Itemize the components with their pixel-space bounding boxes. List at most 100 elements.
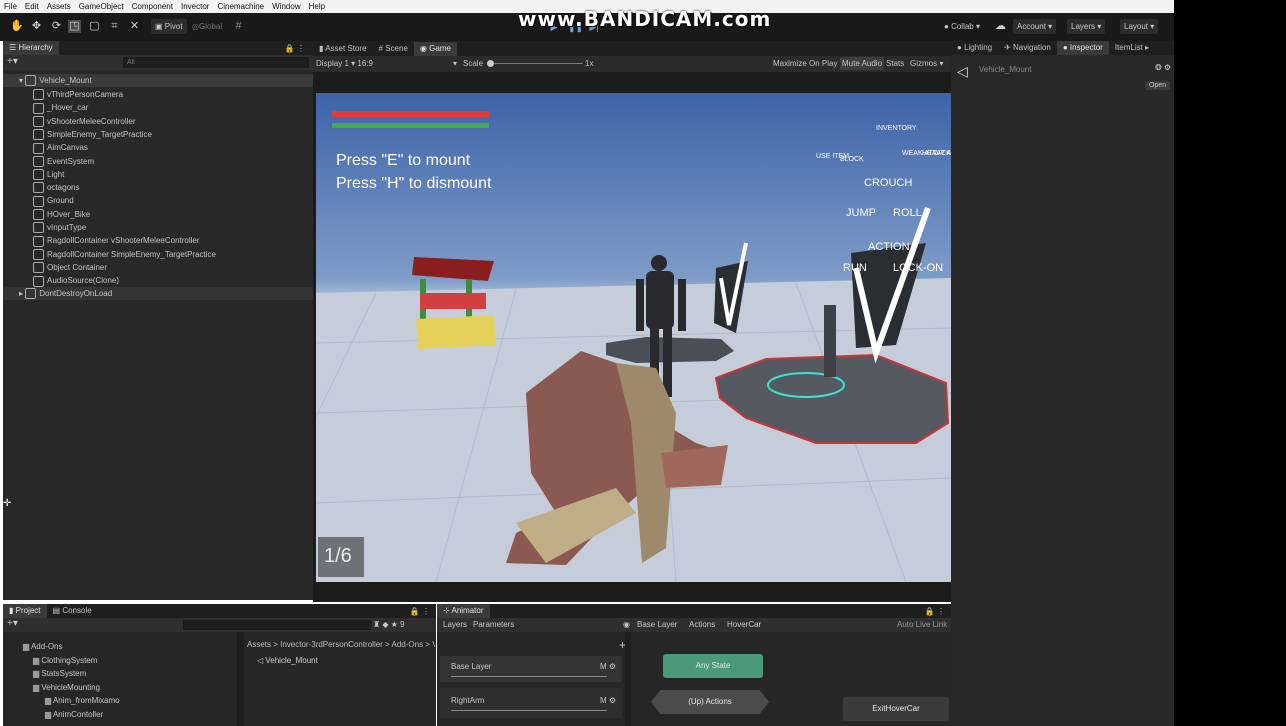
account-dropdown[interactable]: Account ▾ bbox=[1013, 19, 1057, 34]
menu-help[interactable]: Help bbox=[305, 2, 329, 11]
layer-settings-icon[interactable]: M ⚙ bbox=[600, 662, 616, 671]
tab-animator[interactable]: ⊹ Animator bbox=[437, 604, 490, 618]
project-folder-item[interactable]: ▆ StatsSystem bbox=[33, 669, 86, 678]
hierarchy-item[interactable]: EventSystem bbox=[3, 155, 343, 168]
crumb-actions[interactable]: Actions bbox=[689, 620, 715, 629]
layer-row-base[interactable]: Base Layer M ⚙ bbox=[440, 656, 622, 682]
menu-gameobject[interactable]: GameObject bbox=[75, 2, 128, 11]
pivot-toggle[interactable]: ▣ Pivot bbox=[151, 19, 187, 34]
layer-settings-icon[interactable]: M ⚙ bbox=[600, 696, 616, 705]
hierarchy-item[interactable]: Light bbox=[3, 168, 343, 181]
tab-project[interactable]: ▮ Project bbox=[3, 604, 47, 618]
scale-tool-icon[interactable]: ◳ bbox=[68, 20, 81, 33]
hierarchy-item[interactable]: _Hover_car bbox=[3, 101, 343, 114]
gizmos-label: Gizmos bbox=[910, 59, 938, 68]
project-lock-icon[interactable]: 🔒 ⋮ bbox=[410, 607, 436, 616]
tab-console[interactable]: ▤ Console bbox=[47, 604, 98, 618]
layer-row-rightarm[interactable]: RightArm M ⚙ bbox=[440, 688, 622, 718]
project-folder-item[interactable]: ▆ AnimContoller bbox=[45, 710, 103, 719]
menu-invector[interactable]: Invector bbox=[177, 2, 213, 11]
lock-icon[interactable]: 🔒 ⋮ bbox=[285, 44, 313, 53]
crumb-base-layer[interactable]: Base Layer bbox=[637, 620, 677, 629]
menu-cinemachine[interactable]: Cinemachine bbox=[213, 2, 268, 11]
project-folder-item[interactable]: ▆ VehicleMounting bbox=[33, 683, 100, 692]
layer-weight-slider[interactable] bbox=[451, 710, 607, 711]
layers-dropdown[interactable]: Layers ▾ bbox=[1067, 19, 1106, 34]
gizmos-dropdown[interactable]: Gizmos ▾ bbox=[910, 59, 943, 68]
state-exit-hovercar[interactable]: ExitHoverCar bbox=[842, 696, 950, 722]
gameobject-icon bbox=[33, 222, 44, 234]
animator-divider[interactable] bbox=[625, 632, 631, 726]
filter-icons[interactable]: ♜ ◆ ★ 9 bbox=[373, 620, 405, 629]
maximize-on-play-toggle[interactable]: Maximize On Play bbox=[773, 59, 837, 68]
scene-root-row[interactable]: ▾ Vehicle_Mount bbox=[3, 74, 329, 87]
display-dropdown[interactable]: Display 1 ▾ 16:9 bbox=[316, 59, 373, 68]
hierarchy-item[interactable]: HOver_Bike bbox=[3, 208, 343, 221]
custom-tool-icon[interactable]: ✕ bbox=[128, 20, 141, 33]
move-tool-icon[interactable]: ✥ bbox=[30, 20, 43, 33]
tab-parameters[interactable]: Parameters bbox=[473, 620, 514, 629]
tab-layers[interactable]: Layers bbox=[443, 620, 467, 629]
aspect-dropdown-arrow[interactable]: ▾ bbox=[453, 59, 457, 68]
hierarchy-item[interactable]: AimCanvas bbox=[3, 141, 343, 154]
tab-asset-store[interactable]: ▮ Asset Store bbox=[313, 42, 373, 56]
project-create-icon[interactable]: +▾ bbox=[7, 618, 18, 629]
menu-edit[interactable]: Edit bbox=[21, 2, 43, 11]
hand-tool-icon[interactable]: ✋ bbox=[10, 20, 24, 33]
open-button[interactable]: Open bbox=[1145, 81, 1171, 90]
collab-button[interactable]: ● Collab ▾ bbox=[940, 19, 984, 34]
hierarchy-item[interactable]: SimpleEnemy_TargetPractice bbox=[3, 128, 343, 141]
rect-tool-icon[interactable]: ▢ bbox=[88, 20, 101, 33]
hierarchy-item-label: Object Container bbox=[47, 262, 108, 272]
stats-toggle[interactable]: Stats bbox=[886, 59, 904, 68]
menu-file[interactable]: File bbox=[0, 2, 21, 11]
cloud-icon[interactable]: ☁ bbox=[994, 20, 1007, 33]
hierarchy-item[interactable]: RagdollContainer vShooterMeleeController bbox=[3, 234, 343, 247]
menu-window[interactable]: Window bbox=[268, 2, 304, 11]
asset-vehicle-mount[interactable]: ◁ Vehicle_Mount bbox=[257, 656, 318, 665]
crumb-hovercar[interactable]: HoverCar bbox=[727, 620, 761, 629]
menu-component[interactable]: Component bbox=[128, 2, 177, 11]
project-folder-item[interactable]: ▆ ClothingSystem bbox=[33, 656, 97, 665]
hierarchy-item[interactable]: AudioSource(Clone) bbox=[3, 274, 343, 287]
state-any-state[interactable]: Any State bbox=[663, 654, 763, 678]
layer-weight-slider[interactable] bbox=[451, 676, 607, 677]
hierarchy-item[interactable]: octagons bbox=[3, 181, 343, 194]
settings-gear-icon[interactable]: ❂ ⚙ bbox=[1155, 63, 1171, 72]
animator-panel: ⊹ Animator 🔒 ⋮ Layers Parameters ◉ Base … bbox=[437, 604, 951, 726]
project-folder-item[interactable]: ▆ Anim_fromMixamo bbox=[45, 696, 120, 705]
dontdestroy-row[interactable]: ▸ DontDestroyOnLoad bbox=[3, 287, 329, 300]
animator-lock-icon[interactable]: 🔒 ⋮ bbox=[925, 607, 951, 616]
layout-dropdown[interactable]: Layout ▾ bbox=[1120, 19, 1159, 34]
tab-scene[interactable]: # Scene bbox=[373, 42, 414, 56]
eye-icon[interactable]: ◉ bbox=[623, 620, 630, 629]
tab-game[interactable]: ◉ Game bbox=[413, 41, 457, 56]
tree-scrollbar[interactable] bbox=[237, 632, 244, 726]
hierarchy-item[interactable]: Object Container bbox=[3, 261, 343, 274]
tab-navigation[interactable]: ✈ Navigation bbox=[998, 41, 1057, 55]
tab-hierarchy[interactable]: ☰ Hierarchy bbox=[3, 41, 59, 55]
state-up-actions[interactable]: (Up) Actions bbox=[651, 690, 769, 714]
project-folder-item[interactable]: ▆ Add-Ons bbox=[23, 642, 63, 651]
transform-tool-icon[interactable]: ⌗ bbox=[108, 20, 121, 33]
tab-lighting[interactable]: ● Lighting bbox=[951, 41, 998, 55]
mute-audio-toggle[interactable]: Mute Audio bbox=[840, 57, 885, 70]
control-hint-label: BLOCK bbox=[840, 156, 864, 163]
menu-assets[interactable]: Assets bbox=[43, 2, 75, 11]
tab-inspector[interactable]: ● Inspector bbox=[1056, 41, 1109, 55]
auto-live-link-toggle[interactable]: Auto Live Link bbox=[897, 620, 947, 629]
create-plus-icon[interactable]: +▾ bbox=[7, 56, 18, 67]
hierarchy-item[interactable]: RagdollContainer SimpleEnemy_TargetPract… bbox=[3, 248, 343, 261]
hierarchy-item[interactable]: vInputType bbox=[3, 221, 343, 234]
grid-snap-icon[interactable]: # bbox=[232, 20, 245, 33]
tab-itemlist[interactable]: ItemList ▸ bbox=[1109, 41, 1155, 55]
hierarchy-search-input[interactable] bbox=[123, 57, 309, 68]
rotate-tool-icon[interactable]: ⟳ bbox=[50, 20, 63, 33]
scale-slider[interactable] bbox=[487, 60, 583, 67]
hierarchy-item[interactable]: Ground bbox=[3, 194, 343, 207]
project-search-input[interactable] bbox=[183, 620, 371, 630]
hierarchy-item[interactable]: vShooterMeleeController bbox=[3, 115, 343, 128]
global-toggle[interactable]: ◎Global bbox=[188, 19, 226, 34]
game-render[interactable]: INVENTORY USE ITEM BLOCK WEAK ATTACK HEAVY A… bbox=[316, 93, 951, 582]
hierarchy-item[interactable]: vThirdPersonCamera bbox=[3, 88, 343, 101]
